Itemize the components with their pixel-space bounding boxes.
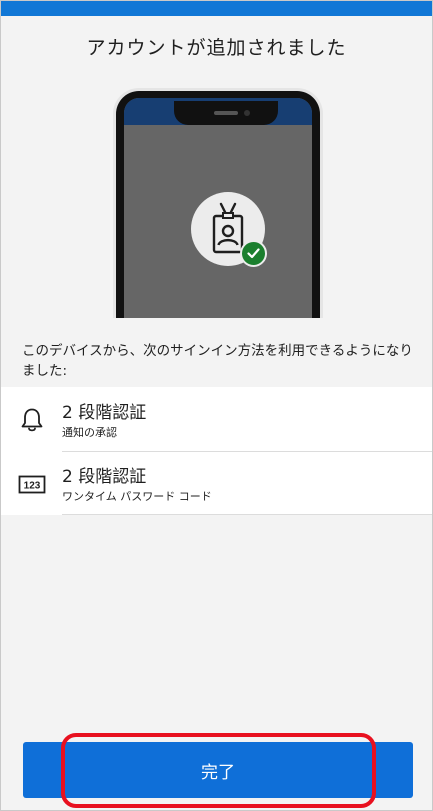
list-item-notification-approval: 2 段階認証 通知の承認 xyxy=(0,387,433,451)
phone-speaker xyxy=(214,111,238,115)
phone-camera xyxy=(244,110,250,116)
checkmark-badge xyxy=(240,240,267,267)
sign-in-methods-list: 2 段階認証 通知の承認 123 2 段階認証 ワンタイム パスワード コード xyxy=(0,387,433,515)
numeric-code-icon-text: 123 xyxy=(24,481,41,492)
method-subtitle: ワンタイム パスワード コード xyxy=(62,490,212,503)
list-item-one-time-code: 123 2 段階認証 ワンタイム パスワード コード xyxy=(0,451,433,515)
method-subtitle: 通知の承認 xyxy=(62,426,117,439)
method-title: 2 段階認証 xyxy=(62,467,147,487)
phone-illustration xyxy=(113,88,323,318)
top-accent-bar xyxy=(0,0,433,16)
numeric-code-icon: 123 xyxy=(18,475,46,494)
phone-screen xyxy=(124,98,312,318)
page-title: アカウントが追加されました xyxy=(86,37,347,59)
phone-body xyxy=(116,91,320,318)
done-button[interactable]: 完了 xyxy=(23,742,413,798)
checkmark-icon xyxy=(247,248,260,259)
method-title: 2 段階認証 xyxy=(62,403,147,423)
description-text: このデバイスから、次のサインイン方法を利用できるようになりました: xyxy=(22,343,413,379)
bell-icon xyxy=(21,408,43,432)
id-badge-circle xyxy=(191,192,267,267)
